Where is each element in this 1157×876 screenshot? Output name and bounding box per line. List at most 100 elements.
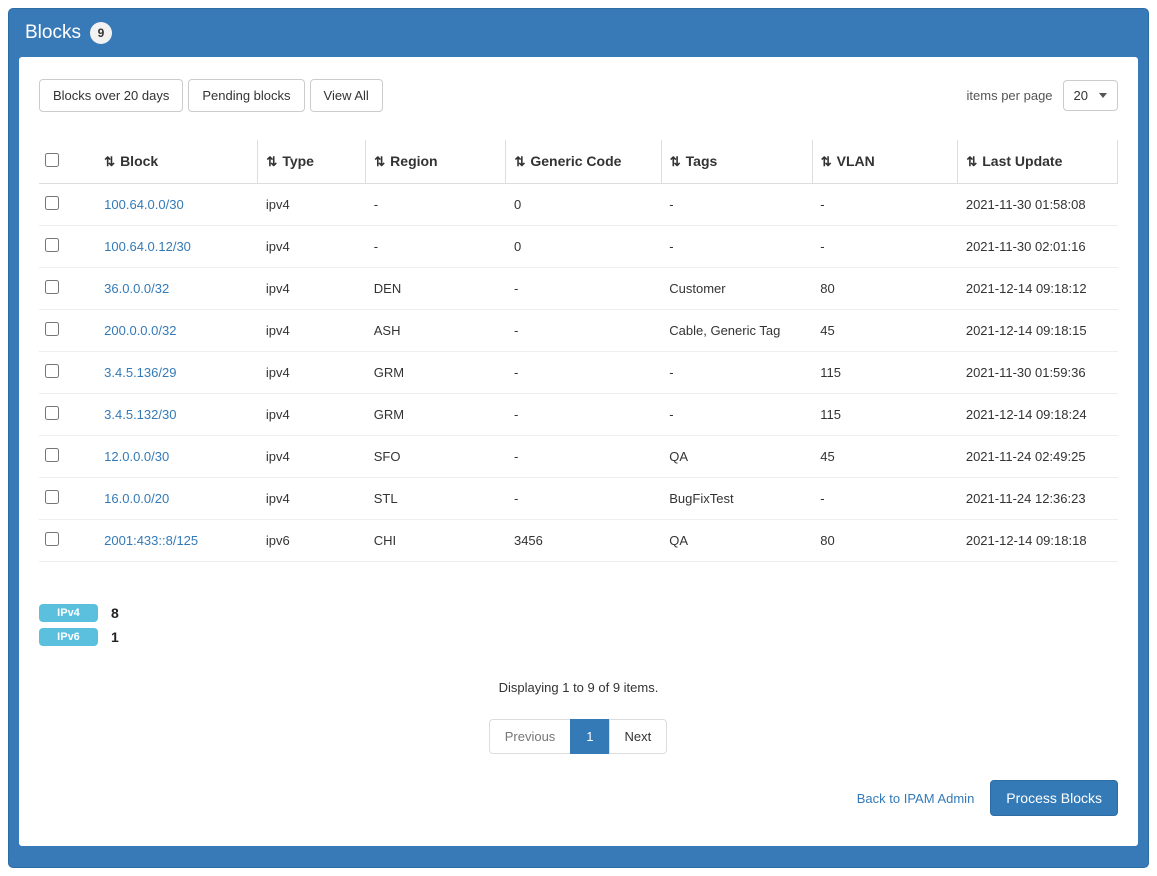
cell-block: 100.64.0.12/30: [96, 226, 258, 268]
row-checkbox[interactable]: [45, 364, 59, 378]
sort-icon: ⇅: [374, 154, 385, 169]
cell-generic-code: -: [506, 478, 661, 520]
column-label: Tags: [686, 153, 718, 169]
previous-page-button[interactable]: Previous: [489, 719, 572, 754]
cell-region: DEN: [366, 268, 506, 310]
row-checkbox[interactable]: [45, 322, 59, 336]
row-checkbox[interactable]: [45, 196, 59, 210]
column-label: Block: [120, 153, 158, 169]
block-link[interactable]: 36.0.0.0/32: [104, 281, 169, 296]
row-checkbox-cell: [39, 478, 96, 520]
sort-icon: ⇅: [266, 154, 277, 169]
select-all-checkbox[interactable]: [45, 153, 59, 167]
row-checkbox-cell: [39, 268, 96, 310]
column-header-region[interactable]: ⇅ Region: [366, 140, 506, 184]
row-checkbox[interactable]: [45, 532, 59, 546]
column-header-block[interactable]: ⇅ Block: [96, 140, 258, 184]
cell-tags: QA: [661, 520, 812, 562]
filter-buttons: Blocks over 20 daysPending blocksView Al…: [39, 79, 388, 112]
cell-generic-code: -: [506, 268, 661, 310]
cell-type: ipv4: [258, 268, 366, 310]
column-header-last-update[interactable]: ⇅Last Update: [958, 140, 1118, 184]
cell-tags: Customer: [661, 268, 812, 310]
blocks-panel: Blocks 9 Blocks over 20 daysPending bloc…: [8, 8, 1149, 868]
row-checkbox[interactable]: [45, 406, 59, 420]
row-checkbox[interactable]: [45, 280, 59, 294]
legend-badge-ipv6: IPv6: [39, 628, 98, 646]
row-checkbox-cell: [39, 352, 96, 394]
filter-button-blocks-over-20-days[interactable]: Blocks over 20 days: [39, 79, 183, 112]
cell-type: ipv6: [258, 520, 366, 562]
row-checkbox-cell: [39, 226, 96, 268]
cell-region: ASH: [366, 310, 506, 352]
block-link[interactable]: 2001:433::8/125: [104, 533, 198, 548]
cell-type: ipv4: [258, 226, 366, 268]
cell-region: CHI: [366, 520, 506, 562]
block-link[interactable]: 200.0.0.0/32: [104, 323, 176, 338]
cell-generic-code: -: [506, 310, 661, 352]
filter-button-view-all[interactable]: View All: [310, 79, 383, 112]
cell-vlan: -: [812, 478, 958, 520]
process-blocks-button[interactable]: Process Blocks: [990, 780, 1118, 816]
blocks-count-badge: 9: [90, 22, 112, 44]
cell-block: 3.4.5.136/29: [96, 352, 258, 394]
caret-down-icon: [1099, 93, 1107, 98]
panel-header: Blocks 9: [9, 9, 1148, 57]
cell-last-update: 2021-11-30 02:01:16: [958, 226, 1118, 268]
legend-badge-ipv4: IPv4: [39, 604, 98, 622]
column-header-vlan[interactable]: ⇅VLAN: [812, 140, 958, 184]
toolbar: Blocks over 20 daysPending blocksView Al…: [39, 79, 1118, 112]
cell-last-update: 2021-11-24 02:49:25: [958, 436, 1118, 478]
column-label: VLAN: [837, 153, 875, 169]
cell-type: ipv4: [258, 310, 366, 352]
legend-count-ipv6: 1: [111, 629, 119, 645]
row-checkbox[interactable]: [45, 238, 59, 252]
column-label: Last Update: [982, 153, 1062, 169]
block-link[interactable]: 100.64.0.0/30: [104, 197, 184, 212]
select-all-header-cell: [39, 140, 96, 184]
block-link[interactable]: 16.0.0.0/20: [104, 491, 169, 506]
paging-summary: Displaying 1 to 9 of 9 items.: [39, 680, 1118, 695]
table-row: 12.0.0.0/30ipv4SFO-QA452021-11-24 02:49:…: [39, 436, 1118, 478]
page-1-button[interactable]: 1: [570, 719, 609, 754]
cell-type: ipv4: [258, 394, 366, 436]
column-header-type[interactable]: ⇅Type: [258, 140, 366, 184]
column-label: Generic Code: [530, 153, 621, 169]
column-label: Region: [390, 153, 437, 169]
pagination: Previous 1 Next: [39, 719, 1118, 754]
block-link[interactable]: 3.4.5.136/29: [104, 365, 176, 380]
table-row: 2001:433::8/125ipv6CHI3456QA802021-12-14…: [39, 520, 1118, 562]
table-header-row: ⇅Block⇅Type⇅Region⇅Generic Code⇅Tags⇅VLA…: [39, 140, 1118, 184]
cell-block: 3.4.5.132/30: [96, 394, 258, 436]
legend-row: IPv48: [39, 604, 1118, 622]
cell-block: 100.64.0.0/30: [96, 184, 258, 226]
cell-vlan: 80: [812, 268, 958, 310]
cell-block: 200.0.0.0/32: [96, 310, 258, 352]
table-row: 100.64.0.12/30ipv4-0--2021-11-30 02:01:1…: [39, 226, 1118, 268]
row-checkbox[interactable]: [45, 490, 59, 504]
cell-block: 36.0.0.0/32: [96, 268, 258, 310]
cell-vlan: -: [812, 226, 958, 268]
cell-vlan: 45: [812, 436, 958, 478]
block-link[interactable]: 100.64.0.12/30: [104, 239, 191, 254]
block-link[interactable]: 12.0.0.0/30: [104, 449, 169, 464]
items-per-page-select[interactable]: 20: [1063, 80, 1118, 111]
cell-generic-code: 0: [506, 184, 661, 226]
cell-block: 2001:433::8/125: [96, 520, 258, 562]
cell-generic-code: -: [506, 394, 661, 436]
page-title: Blocks: [25, 22, 81, 44]
row-checkbox-cell: [39, 184, 96, 226]
column-header-generic-code[interactable]: ⇅Generic Code: [506, 140, 661, 184]
back-to-ipam-admin-link[interactable]: Back to IPAM Admin: [857, 791, 975, 806]
cell-tags: BugFixTest: [661, 478, 812, 520]
filter-button-pending-blocks[interactable]: Pending blocks: [188, 79, 304, 112]
next-page-button[interactable]: Next: [609, 719, 668, 754]
cell-last-update: 2021-11-30 01:59:36: [958, 352, 1118, 394]
items-per-page-control: items per page 20: [967, 80, 1118, 111]
sort-icon: ⇅: [104, 154, 115, 169]
column-header-tags[interactable]: ⇅Tags: [661, 140, 812, 184]
row-checkbox[interactable]: [45, 448, 59, 462]
cell-region: GRM: [366, 352, 506, 394]
block-link[interactable]: 3.4.5.132/30: [104, 407, 176, 422]
cell-tags: -: [661, 352, 812, 394]
